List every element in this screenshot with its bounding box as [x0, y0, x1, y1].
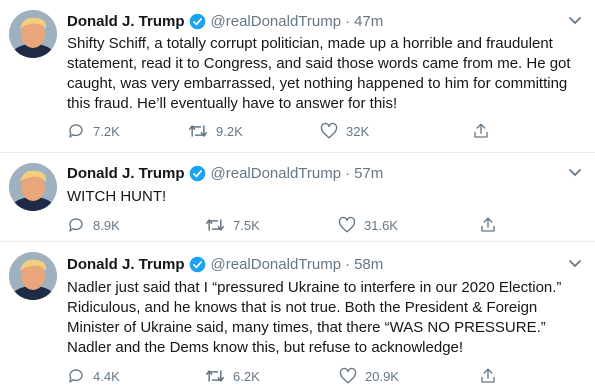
tweet-header: Donald J. Trump @realDonaldTrump · 58m [67, 254, 383, 274]
tweet[interactable]: Donald J. Trump @realDonaldTrump · 58m N… [0, 242, 595, 391]
verified-badge-icon [189, 165, 206, 182]
like-count: 32K [346, 123, 370, 139]
display-name[interactable]: Donald J. Trump [67, 256, 185, 273]
timestamp[interactable]: 47m [354, 13, 383, 30]
like-count: 31.6K [364, 217, 398, 233]
reply-count: 8.9K [93, 217, 120, 233]
chevron-down-icon[interactable] [565, 254, 585, 274]
reply-button[interactable]: 4.4K [67, 366, 120, 386]
retweet-icon [205, 367, 225, 385]
verified-badge-icon [189, 13, 206, 30]
retweet-icon [205, 216, 225, 234]
reply-icon [67, 216, 85, 234]
like-button[interactable]: 31.6K [338, 215, 398, 235]
heart-icon [338, 216, 356, 234]
tweet-text: Nadler just said that I “pressured Ukrai… [67, 279, 562, 356]
share-button[interactable] [472, 121, 490, 141]
separator-dot: · [345, 12, 351, 30]
reply-icon [67, 367, 85, 385]
tweet-text: Shifty Schiff, a totally corrupt politic… [67, 35, 571, 112]
separator-dot: · [345, 164, 351, 182]
chevron-down-icon[interactable] [565, 163, 585, 183]
reply-button[interactable]: 7.2K [67, 121, 120, 141]
reply-count: 4.4K [93, 368, 120, 384]
tweet-text: WITCH HUNT! [67, 188, 167, 205]
display-name[interactable]: Donald J. Trump [67, 165, 185, 182]
share-button[interactable] [479, 366, 497, 386]
retweet-button[interactable]: 9.2K [188, 121, 243, 141]
retweet-count: 9.2K [216, 123, 243, 139]
share-icon [472, 122, 490, 140]
tweet-header: Donald J. Trump @realDonaldTrump · 57m [67, 163, 383, 183]
separator-dot: · [345, 255, 351, 273]
reply-button[interactable]: 8.9K [67, 215, 120, 235]
retweet-button[interactable]: 7.5K [205, 215, 260, 235]
retweet-count: 7.5K [233, 217, 260, 233]
timestamp[interactable]: 57m [354, 165, 383, 182]
tweet-feed: Donald J. Trump @realDonaldTrump · 47m S… [0, 0, 595, 391]
share-icon [479, 216, 497, 234]
avatar[interactable] [9, 163, 57, 211]
handle[interactable]: @realDonaldTrump [211, 13, 342, 30]
heart-icon [320, 122, 338, 140]
tweet[interactable]: Donald J. Trump @realDonaldTrump · 57m W… [0, 153, 595, 242]
verified-badge-icon [189, 256, 206, 273]
share-button[interactable] [479, 215, 497, 235]
retweet-button[interactable]: 6.2K [205, 366, 260, 386]
tweet-actions: 4.4K 6.2K 20.9K [67, 366, 507, 386]
like-count: 20.9K [365, 368, 399, 384]
display-name[interactable]: Donald J. Trump [67, 13, 185, 30]
share-icon [479, 367, 497, 385]
timestamp[interactable]: 58m [354, 256, 383, 273]
heart-icon [339, 367, 357, 385]
handle[interactable]: @realDonaldTrump [211, 165, 342, 182]
reply-icon [67, 122, 85, 140]
chevron-down-icon[interactable] [565, 11, 585, 31]
retweet-count: 6.2K [233, 368, 260, 384]
tweet-actions: 7.2K 9.2K 32K [67, 121, 507, 141]
avatar[interactable] [9, 252, 57, 300]
like-button[interactable]: 32K [320, 121, 369, 141]
tweet-actions: 8.9K 7.5K 31.6K [67, 215, 507, 235]
tweet[interactable]: Donald J. Trump @realDonaldTrump · 47m S… [0, 0, 595, 153]
retweet-icon [188, 122, 208, 140]
reply-count: 7.2K [93, 123, 120, 139]
avatar[interactable] [9, 10, 57, 58]
handle[interactable]: @realDonaldTrump [211, 256, 342, 273]
like-button[interactable]: 20.9K [339, 366, 399, 386]
tweet-header: Donald J. Trump @realDonaldTrump · 47m [67, 11, 383, 31]
